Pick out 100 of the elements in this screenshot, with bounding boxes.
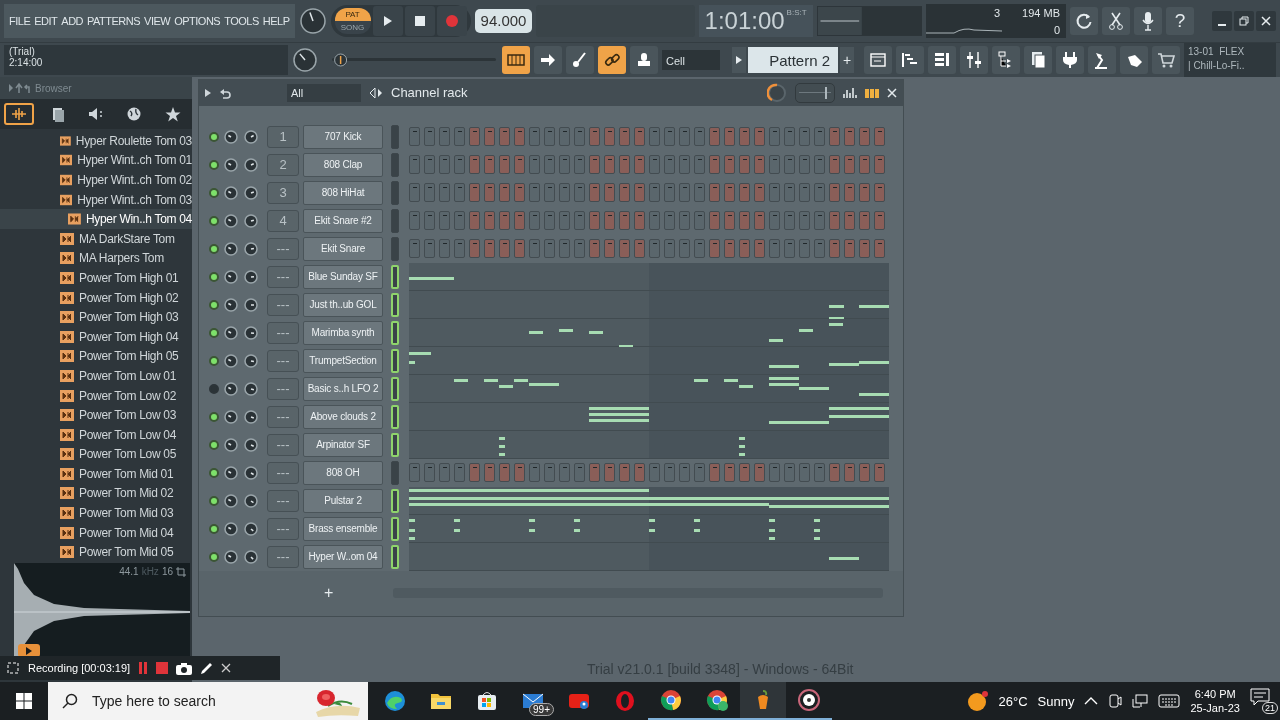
step-button[interactable] [799,183,810,203]
browser-item[interactable]: Power Tom High 03 [0,307,192,327]
step-button[interactable] [739,127,750,147]
browser-item[interactable]: Power Tom Mid 02 [0,483,192,504]
step-button[interactable] [544,183,555,203]
step-button[interactable] [619,127,630,147]
note-preview-drawing[interactable] [409,346,889,375]
menu-item[interactable]: EDIT [34,15,58,27]
step-button[interactable] [709,463,720,483]
note-preview-drawing[interactable] [409,402,889,431]
step-button[interactable] [484,155,495,175]
slider-thumb[interactable] [334,53,348,67]
channel-toggle[interactable] [209,215,219,226]
step-button[interactable] [754,463,765,483]
undo-icon[interactable] [219,86,231,99]
browser-item[interactable]: MA Harpers Tom [0,248,192,269]
channel-toggle[interactable] [209,551,219,562]
plugin-picker-button[interactable] [1056,46,1084,74]
step-button[interactable] [589,183,600,203]
channel-toggle[interactable] [209,187,219,198]
channel-toggle[interactable] [209,495,219,506]
channel-select-indicator[interactable] [391,264,399,289]
knob[interactable] [223,296,239,313]
menu-item[interactable]: PATTERNS [87,15,141,27]
step-button[interactable] [484,211,495,231]
browser-tab[interactable] [4,103,35,125]
step-button[interactable] [559,127,570,147]
step-button[interactable] [574,127,585,147]
step-button[interactable] [514,183,525,203]
mixer-track-button[interactable]: 2 [267,153,299,176]
channel-toggle[interactable] [209,523,219,534]
step-button[interactable] [469,155,480,175]
taskbar-app-button[interactable]: 99+ [510,682,556,720]
channel-button[interactable]: Brass ensemble [303,516,383,541]
step-button[interactable] [469,127,480,147]
step-button[interactable] [874,211,885,231]
channel-button[interactable]: Marimba synth [303,320,383,345]
step-button[interactable] [739,183,750,203]
step-button[interactable] [709,239,720,259]
channel-toggle[interactable] [209,355,219,366]
step-button[interactable] [664,155,675,175]
browser-item[interactable]: Hyper Roulette Tom 03 [0,131,192,151]
step-button[interactable] [814,211,825,231]
step-button[interactable] [859,155,870,175]
step-button[interactable] [454,239,465,259]
browser-item[interactable]: Hyper Wint..ch Tom 01 [0,150,192,171]
channel-toggle[interactable] [209,159,219,170]
mode-toggle[interactable]: SONG [334,21,371,34]
step-button[interactable] [499,463,510,483]
channel-toggle[interactable] [209,327,219,338]
menu-item[interactable]: VIEW [144,15,171,27]
camera-icon[interactable] [176,661,193,675]
expand-icon[interactable] [205,88,211,97]
browser-item[interactable]: MA DarkStare Tom [0,228,192,249]
step-button[interactable] [529,155,540,175]
step-button[interactable] [649,239,660,259]
step-button[interactable] [724,239,735,259]
step-button[interactable] [859,239,870,259]
knob[interactable] [243,352,259,369]
channel-toggle[interactable] [209,271,219,282]
network-icon[interactable] [1132,693,1149,709]
mixer-track-button[interactable]: --- [267,237,299,260]
step-button[interactable] [859,127,870,147]
restore-button[interactable] [1234,11,1254,31]
knob[interactable] [243,156,259,173]
channel-button[interactable]: 808 HiHat [303,180,383,205]
step-button[interactable] [799,155,810,175]
undo-button[interactable] [1070,7,1098,35]
graph-icon[interactable] [843,86,857,99]
step-button[interactable] [769,127,780,147]
knob[interactable] [292,47,318,73]
channel-toggle[interactable] [209,299,219,310]
knob[interactable] [243,212,259,229]
mixer-track-button[interactable]: --- [267,545,299,568]
step-button[interactable] [439,463,450,483]
step-button[interactable] [814,239,825,259]
step-button[interactable] [454,155,465,175]
step-button[interactable] [544,239,555,259]
step-button[interactable] [829,239,840,259]
tempo-display[interactable]: 94.000 [474,9,533,33]
brush-button[interactable] [566,46,594,74]
step-button[interactable] [874,127,885,147]
step-button[interactable] [559,155,570,175]
channel-toggle[interactable] [209,467,219,478]
step-button[interactable] [409,183,420,203]
step-button[interactable] [859,463,870,483]
search-field[interactable]: Type here to search [48,682,368,720]
step-button[interactable] [499,183,510,203]
step-button[interactable] [784,211,795,231]
step-button[interactable] [814,155,825,175]
step-button[interactable] [754,183,765,203]
channel-button[interactable]: Hyper W..om 04 [303,544,383,569]
channel-select-indicator[interactable] [391,292,399,317]
channel-toggle[interactable] [209,439,219,450]
step-button[interactable] [484,183,495,203]
step-button[interactable] [784,239,795,259]
step-button[interactable] [409,211,420,231]
knob[interactable] [243,380,259,397]
step-button[interactable] [544,211,555,231]
browser-item[interactable]: Power Tom Mid 01 [0,464,192,484]
